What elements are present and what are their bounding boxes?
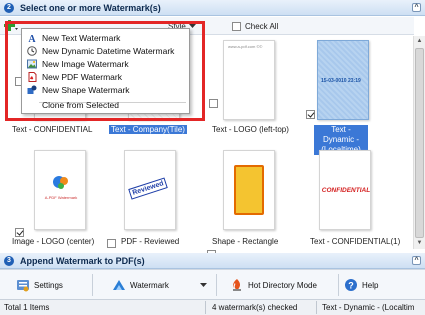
thumb-logo-text: A-PDF Watermark: [44, 195, 78, 200]
card-caption: Text - CONFIDENTIAL: [12, 125, 93, 134]
append-watermark-header[interactable]: 3 Append Watermark to PDF(s) ^: [0, 253, 425, 269]
checked-count-text: 4 watermark(s) checked: [212, 303, 298, 312]
menu-item-label: Clone from Selected: [42, 100, 120, 110]
separator: [92, 274, 93, 296]
separator: [338, 274, 339, 296]
card-caption: Text - LOGO (left-top): [212, 125, 289, 134]
check-all-box[interactable]: [232, 21, 241, 31]
select-watermark-header[interactable]: 2 Select one or more Watermark(s) ^: [0, 0, 425, 16]
section-title: Select one or more Watermark(s): [20, 2, 161, 13]
add-watermark-button[interactable]: [4, 20, 18, 32]
image-icon: [27, 59, 37, 69]
menu-item-label: New Dynamic Datetime Watermark: [42, 46, 175, 56]
status-bar: Total 1 Items 4 watermark(s) checked Tex…: [0, 299, 425, 315]
hot-directory-icon: [233, 279, 241, 291]
logo-icon: [53, 176, 68, 189]
card-caption: Shape - Rectangle: [212, 237, 279, 246]
menu-item-label: New PDF Watermark: [42, 72, 122, 82]
card-caption: Text - Company(Tile): [109, 125, 187, 134]
scroll-up-icon[interactable]: ▲: [414, 36, 425, 47]
watermark-thumbnail[interactable]: [223, 150, 275, 230]
hot-directory-label: Hot Directory Mode: [248, 280, 317, 290]
card-checkbox[interactable]: [209, 99, 218, 108]
shapes-icon: [27, 85, 37, 94]
separator: [216, 274, 217, 296]
action-bar: Settings Watermark Hot Directory Mode ? …: [0, 269, 425, 299]
rectangle-shape: [234, 165, 264, 215]
card-checkbox[interactable]: [306, 110, 315, 119]
watermark-icon: [113, 280, 125, 290]
menu-item-label: New Text Watermark: [42, 33, 121, 43]
collapse-icon[interactable]: ^: [412, 3, 421, 12]
help-button[interactable]: ? Help: [344, 277, 378, 293]
menu-item-new-image[interactable]: New Image Watermark: [24, 58, 188, 70]
menu-item-new-shape[interactable]: New Shape Watermark: [24, 84, 188, 96]
watermark-dropdown-chevron-icon[interactable]: [200, 283, 207, 288]
menu-item-clone-selected[interactable]: Clone from Selected: [24, 99, 188, 111]
watermark-thumbnail[interactable]: Reviewed: [124, 150, 176, 230]
current-watermark-text: Text - Dynamic - (Localtim: [322, 303, 415, 312]
check-all-checkbox[interactable]: Check All: [232, 20, 278, 32]
vertical-scrollbar[interactable]: ▲ ▼: [413, 36, 425, 249]
settings-button[interactable]: Settings: [16, 277, 63, 293]
menu-item-new-pdf[interactable]: New PDF Watermark: [24, 71, 188, 83]
total-items-text: Total 1 Items: [4, 303, 50, 312]
status-divider: [205, 301, 206, 314]
menu-item-label: New Shape Watermark: [42, 85, 130, 95]
collapse-icon[interactable]: ^: [412, 256, 421, 265]
watermark-thumbnail[interactable]: A-PDF Watermark: [34, 150, 86, 230]
app-window: 2 Select one or more Watermark(s) ^ Styl…: [0, 0, 425, 315]
scrollbar-thumb[interactable]: [415, 48, 424, 238]
add-icon: [4, 20, 18, 31]
clock-icon: [27, 46, 37, 56]
text-a-icon: A: [28, 34, 36, 43]
help-icon: ?: [345, 279, 357, 291]
thumb-datetime-text: 15-03-0010 23:19: [321, 78, 361, 84]
help-label: Help: [362, 280, 379, 290]
confidential-text: CONFIDENTIAL: [321, 187, 371, 194]
card-checkbox[interactable]: [107, 239, 116, 248]
watermark-thumbnail[interactable]: CONFIDENTIAL: [319, 150, 371, 230]
check-all-label: Check All: [245, 21, 279, 31]
card-checkbox[interactable]: [15, 228, 24, 237]
settings-label: Settings: [34, 280, 63, 290]
section-title: Append Watermark to PDF(s): [20, 255, 145, 266]
pdf-icon: [28, 72, 37, 82]
new-watermark-menu: A New Text Watermark New Dynamic Datetim…: [21, 28, 190, 114]
watermark-button[interactable]: Watermark: [112, 277, 169, 293]
reviewed-stamp: Reviewed: [128, 177, 169, 200]
watermark-thumbnail[interactable]: www.a-pdf.com ©©: [223, 40, 275, 120]
menu-item-new-text[interactable]: A New Text Watermark: [24, 32, 188, 44]
svg-text:A: A: [28, 34, 36, 43]
card-caption: Text - CONFIDENTIAL(1): [310, 237, 401, 246]
menu-item-label: New Image Watermark: [42, 59, 129, 69]
card-caption: PDF - Reviewed: [121, 237, 180, 246]
thumb-logo-text: www.a-pdf.com ©©: [228, 44, 263, 49]
step-number-badge: 2: [4, 2, 14, 13]
hot-directory-mode-button[interactable]: Hot Directory Mode: [230, 277, 317, 293]
watermark-thumbnail[interactable]: 15-03-0010 23:19: [317, 40, 369, 120]
svg-text:?: ?: [348, 281, 354, 291]
card-caption: Image - LOGO (center): [12, 237, 95, 246]
menu-item-new-datetime[interactable]: New Dynamic Datetime Watermark: [24, 45, 188, 57]
settings-icon: [17, 280, 29, 292]
step-number-badge: 3: [4, 255, 14, 266]
scroll-down-icon[interactable]: ▼: [414, 238, 425, 249]
status-divider: [316, 301, 317, 314]
watermark-label: Watermark: [130, 280, 169, 290]
